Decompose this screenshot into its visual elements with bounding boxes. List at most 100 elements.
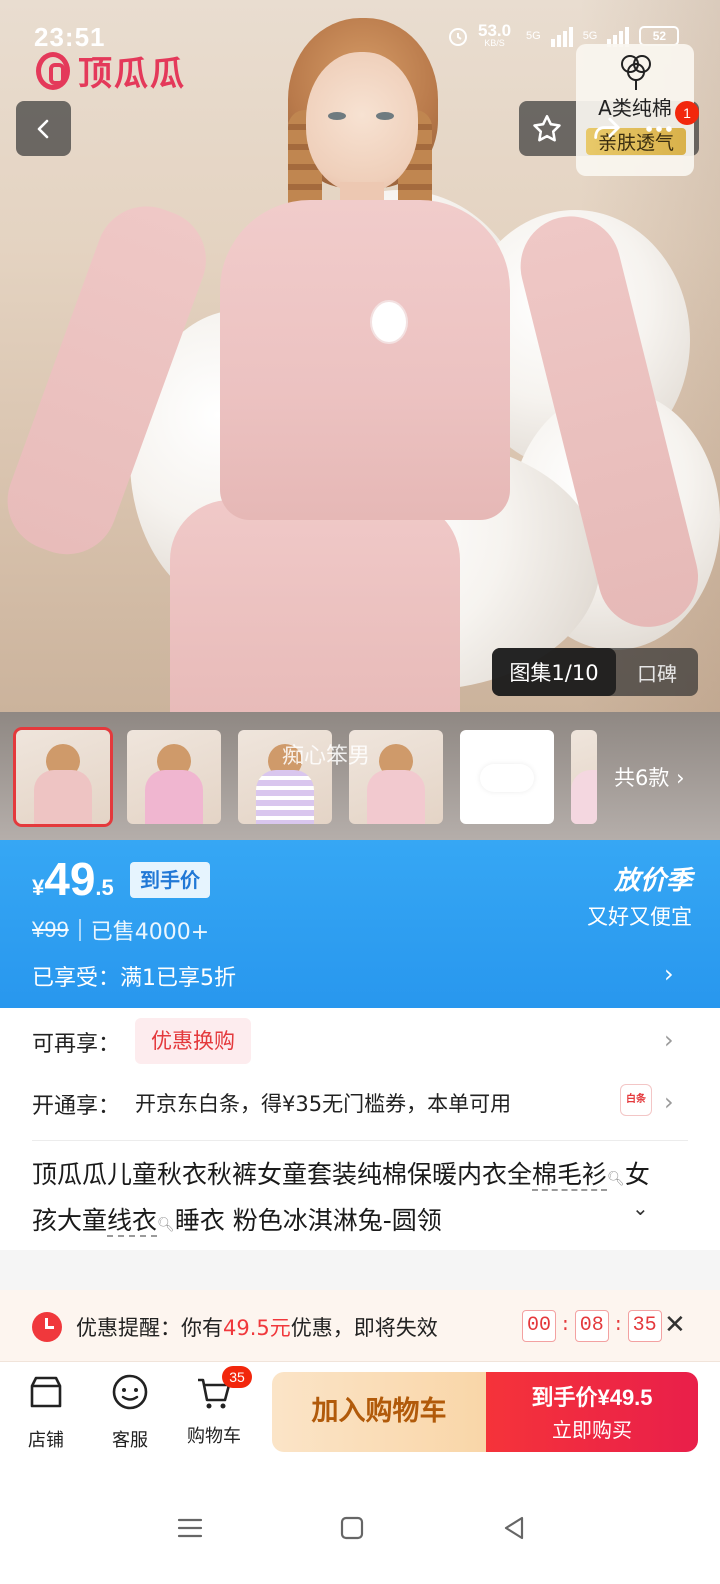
shop-icon xyxy=(30,1376,62,1408)
gallery-switcher: 图集1/10 口碑 xyxy=(492,648,698,696)
signal-label-2: 5G xyxy=(582,30,598,42)
buy-price-value: ¥49.5 xyxy=(597,1385,653,1410)
timer-hours: 00 xyxy=(522,1310,556,1342)
reminder-amount: 49.5元 xyxy=(223,1316,291,1340)
pink-shirt xyxy=(220,200,510,520)
chevron-right-icon: › xyxy=(676,766,685,790)
cart-icon-wrap: 35 xyxy=(194,1366,252,1412)
discount-reminder: 优惠提醒：你有49.5元优惠，即将失效 00 : 08 : 35 ✕ xyxy=(0,1290,720,1362)
original-price-line: ¥99 已售4000+ xyxy=(32,914,209,946)
cart-label: 购物车 xyxy=(187,1426,241,1447)
title-keyword-link[interactable]: 线衣 xyxy=(107,1206,158,1237)
thumb-outfit xyxy=(34,770,92,824)
buy-now-button[interactable]: 到手价¥49.5 立即购买 xyxy=(486,1372,698,1452)
cart-button[interactable]: 35 购物车 xyxy=(174,1366,254,1448)
chevron-right-icon[interactable]: › xyxy=(664,960,674,988)
menu-icon[interactable] xyxy=(174,1512,206,1544)
search-icon: 🔍︎ xyxy=(607,1171,625,1187)
notification-badge: 1 xyxy=(675,101,699,125)
final-price: ¥ 49 .5 xyxy=(32,852,114,906)
baitiao-row[interactable]: 开通享： 开京东白条，得¥35无门槛券，本单可用 白条 › xyxy=(0,1072,720,1136)
price-integer: 49 xyxy=(44,853,96,905)
more-dots-icon xyxy=(646,126,672,132)
thumb-item[interactable] xyxy=(571,730,597,824)
share-icon xyxy=(594,117,620,139)
section-gap xyxy=(0,1250,720,1290)
timer-minutes: 08 xyxy=(574,1310,609,1342)
net-speed-value: 53.0 xyxy=(478,21,512,40)
service-label: 客服 xyxy=(112,1430,148,1451)
back-triangle-icon[interactable] xyxy=(498,1512,530,1544)
thumb-outfit xyxy=(367,770,425,824)
chevron-right-icon: › xyxy=(664,1088,674,1116)
shop-label: 店铺 xyxy=(28,1430,64,1451)
countdown-timer: 00 : 08 : 35 xyxy=(522,1310,662,1342)
brand-logo: 顶瓜瓜 xyxy=(36,46,186,95)
buy-price-label: 到手价 xyxy=(531,1386,598,1411)
divider xyxy=(78,919,81,941)
price-decimal: .5 xyxy=(95,875,114,900)
title-part-1: 顶瓜瓜儿童秋衣秋裤女童套装纯棉保暖内衣全 xyxy=(32,1160,533,1189)
thumb-outfit xyxy=(145,770,203,824)
sold-count: 已售4000+ xyxy=(90,920,210,945)
system-nav-bar xyxy=(0,1464,720,1584)
chevron-left-icon xyxy=(37,119,48,138)
brand-name: 顶瓜瓜 xyxy=(78,54,186,94)
more-offers-row[interactable]: 可再享： 优惠换购 › xyxy=(0,1010,720,1074)
favorite-button[interactable] xyxy=(526,108,568,150)
chevron-down-icon[interactable]: ⌄ xyxy=(632,1196,649,1220)
thumb-white-garment xyxy=(480,764,534,792)
cotton-icon xyxy=(621,55,651,90)
back-button[interactable] xyxy=(16,101,71,156)
more-button[interactable] xyxy=(638,108,680,150)
net-speed-unit: KB/S xyxy=(484,38,505,48)
reminder-prefix: 优惠提醒：你有 xyxy=(76,1316,223,1340)
add-to-cart-button[interactable]: 加入购物车 xyxy=(272,1372,486,1452)
price-currency: ¥ xyxy=(32,875,45,900)
shop-button[interactable]: 店铺 xyxy=(6,1372,86,1452)
eye-left xyxy=(328,112,346,120)
share-button[interactable] xyxy=(586,108,628,150)
bunny-emblem xyxy=(372,302,406,342)
thumb-outfit xyxy=(571,770,597,824)
reminder-suffix: 优惠，即将失效 xyxy=(290,1316,438,1340)
more-styles-label: 共6款 xyxy=(614,766,670,790)
tab-reviews[interactable]: 口碑 xyxy=(616,658,698,687)
eye-right xyxy=(376,112,394,120)
thumb-item[interactable] xyxy=(460,730,554,824)
buy-now-label: 立即购买 xyxy=(552,1418,632,1442)
thumb-outfit xyxy=(256,770,314,824)
price-band: ¥ 49 .5 到手价 ¥99 已售4000+ 已享受：满1已享5折 › 放价季… xyxy=(0,840,720,1008)
trade-in-chip[interactable]: 优惠换购 xyxy=(135,1018,251,1064)
service-button[interactable]: 客服 xyxy=(90,1372,170,1452)
thumb-item[interactable] xyxy=(127,730,221,824)
season-subtitle: 又好又便宜 xyxy=(587,905,692,929)
thumbnail-caption: 痴心笨男 xyxy=(282,744,371,769)
season-title: 放价季 xyxy=(613,866,692,896)
discount-enjoyed[interactable]: 已享受：满1已享5折 xyxy=(32,960,236,992)
buy-price-line: 到手价¥49.5 xyxy=(486,1380,698,1412)
thumb-item[interactable] xyxy=(16,730,110,824)
pink-pants xyxy=(170,500,460,712)
price-tag: 到手价 xyxy=(130,862,210,898)
divider xyxy=(32,1140,688,1141)
tab-gallery[interactable]: 图集1/10 xyxy=(492,648,616,696)
home-square-icon[interactable] xyxy=(336,1512,368,1544)
star-icon xyxy=(533,114,561,142)
close-icon[interactable]: ✕ xyxy=(664,1310,686,1340)
product-title[interactable]: 顶瓜瓜儿童秋衣秋裤女童套装纯棉保暖内衣全棉毛衫🔍︎女孩大童线衣🔍︎睡衣 粉色冰淇… xyxy=(32,1154,672,1246)
more-offers-label: 可再享： xyxy=(32,1032,121,1057)
battery-icon: 52 xyxy=(639,26,680,46)
original-price: ¥99 xyxy=(32,917,69,942)
timer-colon: : xyxy=(560,1316,571,1336)
bottom-action-bar: 店铺 客服 35 购物车 加入购物车 到手价¥49.5 立即购买 xyxy=(0,1362,720,1464)
chevron-right-icon: › xyxy=(664,1026,674,1054)
title-keyword-link[interactable]: 棉毛衫 xyxy=(532,1160,608,1191)
baitiao-offer-text: 开京东白条，得¥35无门槛券，本单可用 xyxy=(135,1092,512,1116)
signal-icon-1 xyxy=(550,25,573,47)
alarm-icon xyxy=(449,28,467,46)
title-part-3: 睡衣 粉色冰淇淋兔-圆领 xyxy=(174,1206,442,1235)
more-styles-link[interactable]: 共6款 › xyxy=(614,762,684,792)
customer-service-icon xyxy=(112,1374,148,1410)
cart-count-badge: 35 xyxy=(222,1366,252,1388)
